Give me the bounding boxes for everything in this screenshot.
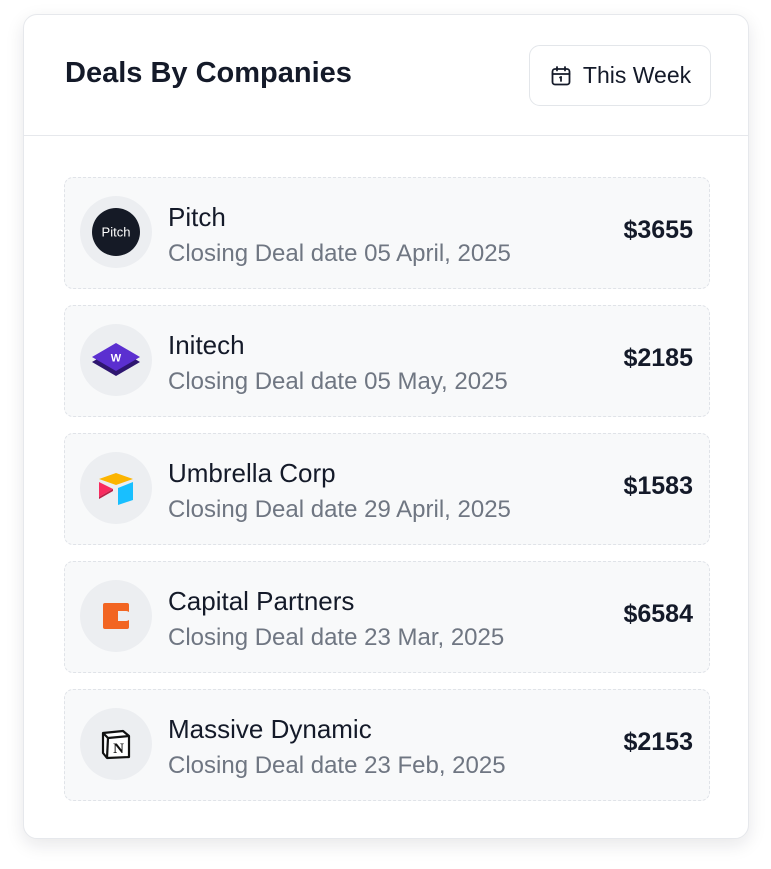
deals-by-companies-card: Deals By Companies This Week Pitch Pitch… — [23, 14, 749, 839]
company-name: Initech — [168, 330, 245, 360]
period-select-button[interactable]: This Week — [529, 45, 711, 106]
company-name: Umbrella Corp — [168, 458, 336, 488]
svg-text:N: N — [113, 741, 124, 757]
umbrella-corp-logo-icon — [99, 473, 133, 505]
deal-amount: $6584 — [623, 600, 693, 628]
deal-row[interactable]: W Initech Closing Deal date 05 May, 2025… — [64, 305, 710, 417]
massive-dynamic-logo-icon: N — [101, 729, 131, 760]
svg-text:Pitch: Pitch — [102, 225, 131, 240]
capital-partners-logo-icon — [103, 603, 131, 629]
deal-row[interactable]: N Massive Dynamic Closing Deal date 23 F… — [64, 689, 710, 801]
deal-amount: $2185 — [623, 344, 693, 372]
deals-list: Pitch Pitch Closing Deal date 05 April, … — [64, 177, 710, 817]
company-name: Massive Dynamic — [168, 714, 372, 744]
company-name: Capital Partners — [168, 586, 355, 616]
closing-date: Closing Deal date 29 April, 2025 — [168, 496, 511, 523]
closing-date: Closing Deal date 23 Mar, 2025 — [168, 624, 505, 651]
deal-row[interactable]: Umbrella Corp Closing Deal date 29 April… — [64, 433, 710, 545]
company-logo: W — [80, 324, 152, 396]
card-header: Deals By Companies This Week — [24, 15, 748, 136]
company-logo — [80, 580, 152, 652]
card-title: Deals By Companies — [65, 57, 352, 89]
deal-amount: $1583 — [623, 472, 693, 500]
svg-text:W: W — [111, 353, 122, 365]
deal-amount: $3655 — [623, 216, 693, 244]
pitch-logo-icon: Pitch — [92, 208, 140, 256]
closing-date: Closing Deal date 23 Feb, 2025 — [168, 752, 506, 779]
calendar-icon — [549, 64, 573, 88]
closing-date: Closing Deal date 05 May, 2025 — [168, 368, 508, 395]
company-name: Pitch — [168, 202, 226, 232]
deal-row[interactable]: Pitch Pitch Closing Deal date 05 April, … — [64, 177, 710, 289]
deal-amount: $2153 — [623, 728, 693, 756]
closing-date: Closing Deal date 05 April, 2025 — [168, 240, 511, 267]
company-logo: Pitch — [80, 196, 152, 268]
company-logo: N — [80, 708, 152, 780]
company-logo — [80, 452, 152, 524]
deal-row[interactable]: Capital Partners Closing Deal date 23 Ma… — [64, 561, 710, 673]
initech-logo-icon: W — [92, 343, 140, 376]
period-label: This Week — [582, 62, 692, 88]
